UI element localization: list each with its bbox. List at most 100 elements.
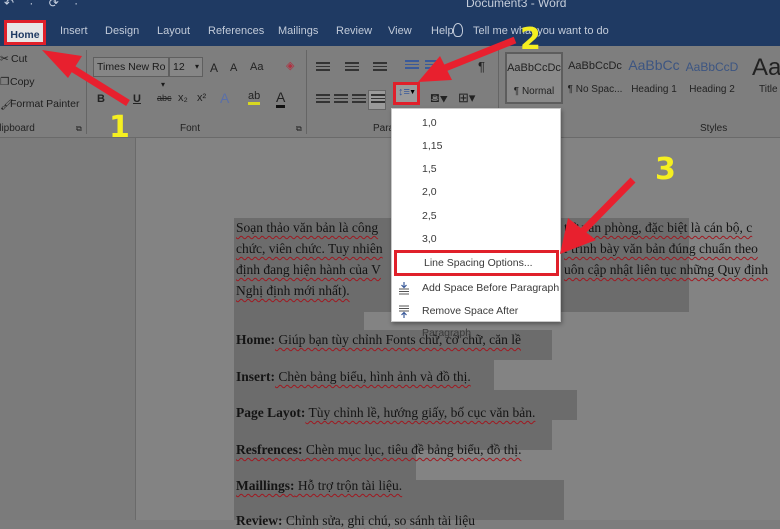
clear-formatting-icon[interactable]: ◈: [286, 59, 294, 72]
tab-layout[interactable]: Layout: [157, 25, 190, 37]
list-item-term: Home:: [236, 332, 275, 347]
line-spacing-button[interactable]: ↕≡ ▼: [393, 82, 420, 105]
line-spacing-options-item[interactable]: Line Spacing Options...: [394, 250, 559, 276]
bold-button[interactable]: B: [97, 93, 105, 105]
style-normal[interactable]: AaBbCcDc ¶ Normal: [505, 52, 563, 104]
list-item-desc: Chèn mục lục, tiêu đề bảng biểu, đồ thị.: [302, 442, 522, 457]
line-spacing-option-1-15[interactable]: 1,15: [392, 135, 560, 157]
style-preview: AaBbCcDc: [507, 62, 561, 74]
step-number-3: 3: [655, 152, 676, 187]
format-painter-button[interactable]: Format Painter: [10, 98, 79, 110]
font-name-combo[interactable]: Times New Ro ▾: [93, 57, 169, 89]
cut-icon: ✂: [0, 53, 9, 65]
align-center-icon[interactable]: [334, 94, 348, 106]
lightbulb-icon: [453, 23, 463, 37]
font-group-label: Font: [180, 123, 201, 134]
line-spacing-option-2-0[interactable]: 2,0: [392, 181, 560, 203]
list-item-term: Review:: [236, 513, 283, 528]
line-spacing-option-1-0[interactable]: 1,0: [392, 112, 560, 134]
list-item-desc: Chèn bảng biểu, hình ảnh và đồ thị.: [275, 369, 471, 384]
paragraph-line: Soạn thảo văn bản là công: [236, 220, 379, 235]
font-size-value: 12: [173, 61, 185, 73]
styles-group-label: Styles: [700, 123, 728, 134]
list-item-desc: Chỉnh sửa, ghi chú, so sánh tài liệu: [282, 513, 476, 528]
add-space-before-icon: [399, 282, 409, 295]
window-title: Document3 - Word: [466, 0, 567, 10]
style-heading-2[interactable]: AaBbCcD Heading 2: [684, 52, 740, 104]
style-name: Heading 1: [631, 84, 677, 95]
list-item: Review: Chỉnh sửa, ghi chú, so sánh tài …: [236, 513, 475, 529]
line-spacing-menu: 1,0 1,15 1,5 2,0 2,5 3,0 Line Spacing Op…: [391, 108, 561, 339]
underline-button[interactable]: U: [133, 93, 141, 105]
paragraph-line: Nghị định mới nhất).: [236, 283, 350, 298]
paragraph-line: i trình bày văn bản đúng chuẩn theo: [564, 241, 758, 256]
multilevel-list-icon[interactable]: [373, 62, 387, 74]
remove-space-after-icon: [399, 305, 409, 318]
bullets-icon[interactable]: [316, 62, 330, 74]
font-name-value: Times New Ro: [97, 61, 166, 73]
justify-button[interactable]: [368, 90, 386, 110]
document-area: Soạn thảo văn bản là công chức, viên chứ…: [0, 138, 780, 528]
ribbon-tabs: Home Insert Design Layout References Mai…: [0, 16, 780, 46]
list-item-desc: Tùy chỉnh lề, hướng giấy, bố cục văn bản…: [305, 405, 536, 420]
align-left-icon[interactable]: [316, 94, 330, 106]
line-spacing-option-3-0[interactable]: 3,0: [392, 228, 560, 250]
title-bar: ↶ · ⟳ · Document3 - Word: [0, 0, 780, 16]
style-preview: Aa: [752, 54, 780, 80]
tab-references[interactable]: References: [208, 25, 264, 37]
tab-insert[interactable]: Insert: [60, 25, 88, 37]
font-size-combo[interactable]: 12 ▾: [169, 57, 203, 77]
style-preview: AaBbCcDc: [568, 60, 622, 72]
style-heading-1[interactable]: AaBbCc Heading 1: [626, 52, 682, 104]
increase-indent-icon[interactable]: [425, 60, 439, 72]
remove-space-after-item[interactable]: Remove Space After Paragraph: [392, 300, 560, 339]
show-formatting-button[interactable]: ¶: [478, 59, 485, 74]
shading-icon[interactable]: ⛾▾: [430, 91, 448, 107]
paragraph-line: uôn cập nhật liên tục những Quy định: [564, 262, 769, 277]
tell-me-search[interactable]: Tell me what you want to do: [473, 25, 609, 37]
chevron-down-icon: ▼: [409, 89, 416, 96]
change-case-button[interactable]: Aa: [250, 61, 263, 73]
style-preview: AaBbCcD: [685, 60, 739, 74]
separator: [86, 50, 87, 134]
font-color-icon[interactable]: A: [276, 89, 286, 108]
cut-button[interactable]: Cut: [11, 53, 27, 65]
clipboard-launcher-icon[interactable]: ⧉: [76, 124, 82, 134]
tab-review[interactable]: Review: [336, 25, 372, 37]
strikethrough-button[interactable]: abc: [157, 93, 172, 103]
style-name: Heading 2: [689, 84, 735, 95]
tab-help[interactable]: Help: [431, 25, 454, 37]
grow-font-button[interactable]: A: [210, 61, 218, 75]
tab-mailings[interactable]: Mailings: [278, 25, 318, 37]
text-effects-icon[interactable]: A: [220, 90, 229, 106]
selection-highlight: [234, 312, 364, 330]
borders-icon[interactable]: ⊞▾: [458, 90, 475, 106]
shrink-font-button[interactable]: A: [230, 62, 237, 74]
decrease-indent-icon[interactable]: [405, 60, 419, 72]
step-number-2: 2: [520, 22, 541, 57]
line-spacing-option-1-5[interactable]: 1,5: [392, 158, 560, 180]
tab-home[interactable]: Home: [4, 20, 46, 45]
list-item-term: Maillings:: [236, 478, 295, 493]
style-name: Title: [759, 84, 778, 95]
copy-icon: ❐: [0, 76, 10, 88]
style-no-spacing[interactable]: AaBbCcDc ¶ No Spac...: [566, 52, 624, 104]
subscript-button[interactable]: x₂: [178, 92, 188, 104]
quick-access-toolbar[interactable]: ↶ · ⟳ ·: [4, 0, 84, 10]
align-right-icon[interactable]: [352, 94, 366, 106]
superscript-button[interactable]: x²: [197, 92, 206, 104]
justify-icon: [371, 94, 385, 106]
numbering-icon[interactable]: [345, 62, 359, 74]
highlight-color-icon[interactable]: ab: [248, 90, 261, 105]
paragraph-line: định đang hiện hành của V: [236, 262, 381, 277]
line-spacing-option-2-5[interactable]: 2,5: [392, 205, 560, 227]
tab-design[interactable]: Design: [105, 25, 139, 37]
tab-view[interactable]: View: [388, 25, 412, 37]
list-item-term: Page Layot:: [236, 405, 306, 420]
style-preview: AaBbCc: [628, 57, 680, 73]
add-space-before-item[interactable]: Add Space Before Paragraph: [392, 277, 560, 299]
step-number-1: 1: [109, 110, 130, 145]
copy-button[interactable]: Copy: [10, 76, 35, 88]
font-launcher-icon[interactable]: ⧉: [296, 124, 302, 134]
style-title[interactable]: Aa Title: [752, 52, 780, 104]
